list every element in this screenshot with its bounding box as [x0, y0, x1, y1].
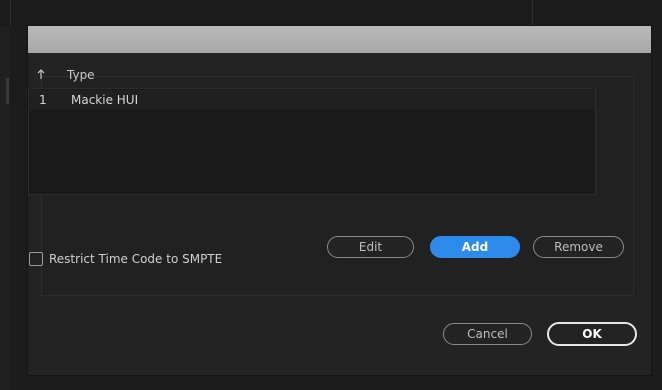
- sort-arrow-up-icon[interactable]: [36, 67, 46, 81]
- restrict-timecode-checkbox[interactable]: [29, 252, 43, 266]
- cancel-button[interactable]: Cancel: [443, 323, 532, 345]
- device-list-header: Type: [26, 64, 596, 88]
- column-header-type[interactable]: Type: [67, 68, 95, 82]
- add-button[interactable]: Add: [430, 236, 520, 258]
- edit-button[interactable]: Edit: [327, 236, 414, 258]
- list-item[interactable]: 1 Mackie HUI: [29, 90, 595, 110]
- ok-button[interactable]: OK: [547, 322, 637, 346]
- row-type: Mackie HUI: [71, 93, 139, 107]
- background-divider: [532, 0, 533, 26]
- dialog-titlebar[interactable]: [28, 26, 651, 53]
- restrict-timecode-option[interactable]: Restrict Time Code to SMPTE: [29, 250, 289, 270]
- device-list[interactable]: 1 Mackie HUI: [28, 88, 596, 195]
- row-index: 1: [39, 93, 47, 107]
- remove-button[interactable]: Remove: [533, 236, 624, 258]
- background-divider: [10, 0, 11, 26]
- background-left-marker: [6, 78, 9, 104]
- restrict-timecode-label[interactable]: Restrict Time Code to SMPTE: [49, 252, 222, 266]
